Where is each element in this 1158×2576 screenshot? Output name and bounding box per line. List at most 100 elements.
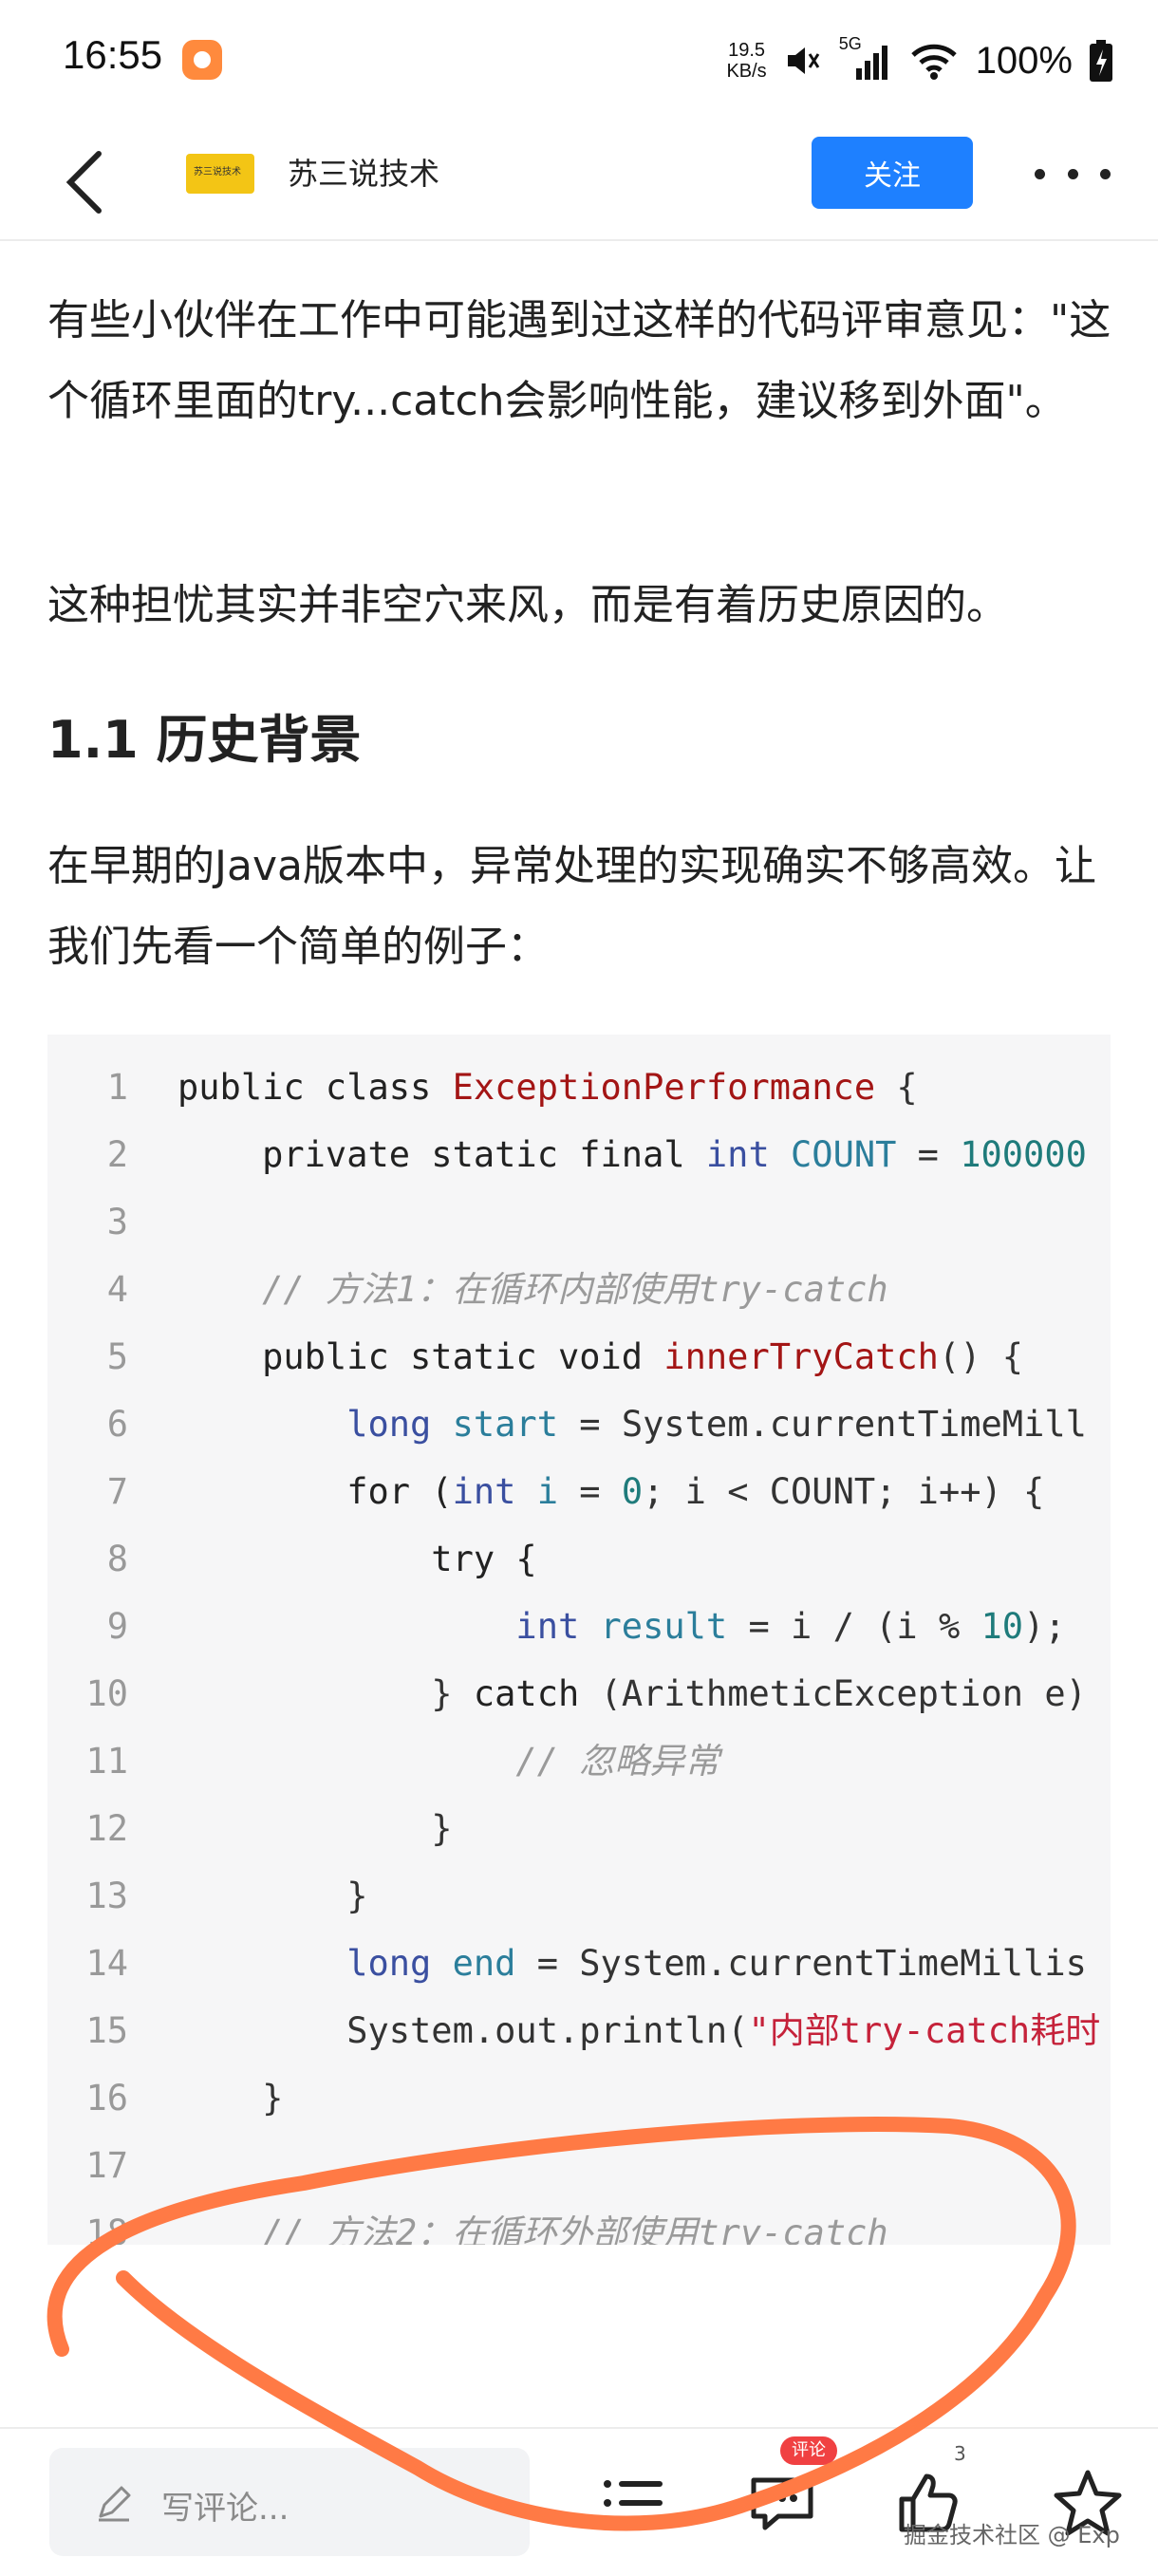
code-token: = System.currentTimeMillis: [515, 1943, 1087, 1984]
code-comment: // 忽略异常: [177, 1741, 720, 1782]
code-token: 0: [621, 1471, 644, 1512]
line-number: 2: [106, 1134, 128, 1175]
code-line: 2 private static final int COUNT = 10000…: [47, 1121, 1111, 1188]
line-number: 1: [106, 1067, 128, 1108]
code-token: = i / (i %: [727, 1606, 981, 1647]
code-line: 17: [47, 2132, 1111, 2199]
battery-charging-icon: [1090, 40, 1112, 82]
article-paragraph: 这种担忧其实并非空穴来风，而是有着历史原因的。: [47, 581, 1008, 629]
line-number: 4: [106, 1269, 128, 1310]
section-heading: 1.1 历史背景: [47, 710, 362, 770]
line-number: 17: [85, 2145, 128, 2186]
code-line: 9 int result = i / (i % 10);: [47, 1593, 1111, 1660]
comment-icon[interactable]: [746, 2467, 818, 2539]
signal-icon: [855, 46, 887, 80]
code-line: 7 for (int i = 0; i < COUNT; i++) {: [47, 1458, 1111, 1525]
code-line: 11 // 忽略异常: [47, 1727, 1111, 1795]
list-icon[interactable]: [598, 2467, 670, 2539]
code-token: int: [515, 1606, 580, 1647]
code-token: private static final: [177, 1134, 706, 1175]
comment-badge: 评论: [780, 2436, 837, 2465]
code-line: 6 long start = System.currentTimeMill: [47, 1391, 1111, 1458]
code-token: ; i < COUNT; i++) {: [643, 1471, 1045, 1512]
code-token: try {: [177, 1539, 537, 1579]
code-line: 13 }: [47, 1862, 1111, 1930]
comment-input[interactable]: 写评论...: [49, 2448, 530, 2556]
line-number: 9: [106, 1606, 128, 1647]
channel-name[interactable]: 苏三说技术: [288, 150, 439, 194]
code-token: );: [1023, 1606, 1066, 1647]
channel-logo-text: 苏三说技术: [194, 167, 241, 177]
line-number: 14: [85, 1943, 128, 1984]
code-token: public static void: [177, 1336, 664, 1377]
back-arrow-icon[interactable]: [57, 144, 114, 220]
code-token: (ArithmeticException e): [579, 1673, 1087, 1714]
line-number: 12: [85, 1808, 128, 1849]
network-type: 5G: [839, 34, 892, 82]
code-token: end: [452, 1943, 516, 1984]
status-indicators: 19.5 KB/s 5G 100%: [726, 32, 1112, 89]
code-token: public class: [177, 1067, 453, 1108]
code-token: start: [452, 1404, 558, 1445]
mute-icon: [787, 47, 819, 74]
article-paragraph: 有些小伙伴在工作中可能遇到过这样的代码评审意见："这个循环里面的try...ca…: [47, 296, 1111, 425]
code-line: 1 public class ExceptionPerformance {: [47, 1054, 1111, 1121]
line-number: 5: [106, 1336, 128, 1377]
code-token: }: [177, 2078, 284, 2119]
code-token: }: [177, 1808, 453, 1849]
code-token: () {: [938, 1336, 1024, 1377]
code-token: }: [177, 1876, 368, 1916]
code-token: "内部try-catch耗时: [748, 2010, 1101, 2051]
net-speed-unit: KB/s: [726, 61, 767, 82]
watermark: 掘金技术社区 @ Exp: [904, 2522, 1120, 2548]
code-block[interactable]: 1 public class ExceptionPerformance { 2 p…: [47, 1035, 1111, 2245]
line-number: 11: [85, 1741, 128, 1782]
line-number: 6: [106, 1404, 128, 1445]
code-line: 15 System.out.println("内部try-catch耗时: [47, 1997, 1111, 2064]
code-token: int: [705, 1134, 770, 1175]
code-token: COUNT: [791, 1134, 897, 1175]
comment-placeholder: 写评论...: [161, 2490, 290, 2528]
code-line: 8 try {: [47, 1525, 1111, 1593]
code-token: long: [346, 1404, 432, 1445]
code-token: int: [452, 1471, 516, 1512]
follow-button[interactable]: 关注: [812, 137, 973, 209]
code-line: 14 long end = System.currentTimeMillis: [47, 1930, 1111, 1997]
line-number: 8: [106, 1539, 128, 1579]
code-line: 10 } catch (ArithmeticException e): [47, 1660, 1111, 1727]
line-number: 16: [85, 2078, 128, 2119]
code-token: =: [557, 1471, 622, 1512]
code-line: 5 public static void innerTryCatch() {: [47, 1323, 1111, 1391]
net-speed: 19.5 KB/s: [726, 40, 766, 82]
status-bar: 16:55 19.5 KB/s 5G 100%: [0, 0, 1158, 123]
article-paragraph: 在早期的Java版本中，异常处理的实现确实不够高效。让我们先看一个简单的例子：: [47, 842, 1096, 971]
code-token: i: [536, 1471, 558, 1512]
code-token: = System.currentTimeMill: [558, 1404, 1087, 1445]
code-token: innerTryCatch: [663, 1336, 939, 1377]
more-icon[interactable]: [1035, 159, 1111, 188]
code-line: 16 }: [47, 2064, 1111, 2132]
channel-logo[interactable]: 苏三说技术: [186, 154, 254, 194]
code-token: System.out.println(: [177, 2010, 749, 2051]
code-token: }: [177, 1673, 474, 1714]
line-number: 15: [85, 2010, 128, 2051]
code-token: =: [896, 1134, 961, 1175]
line-number: 13: [85, 1876, 128, 1916]
code-token: long: [346, 1943, 432, 1984]
code-token: ExceptionPerformance: [452, 1067, 876, 1108]
battery-percent: 100%: [975, 39, 1073, 82]
wifi-icon: [910, 44, 957, 80]
article-header: 苏三说技术 苏三说技术 关注: [0, 123, 1158, 241]
code-comment: // 方法2：在循环外部使用try-catch: [177, 2212, 888, 2245]
line-number: 3: [106, 1202, 128, 1242]
code-token: for (: [177, 1471, 453, 1512]
code-token: result: [600, 1606, 728, 1647]
pencil-icon: [99, 2486, 131, 2522]
code-comment: // 方法1：在循环内部使用try-catch: [177, 1269, 888, 1310]
